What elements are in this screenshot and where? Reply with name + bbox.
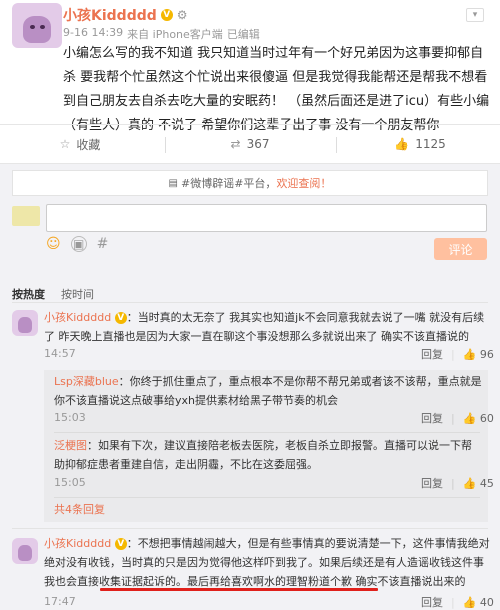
comment-text: 当时真的太无奈了 我其实也知道jk不会同意我就去说了一嘴 就没有后续了 昨天晚上… xyxy=(44,311,485,343)
divider xyxy=(336,137,337,153)
comment-body: 小孩Kiddddd V ：不想把事情越闹越大，但是有些事情真的要说清楚一下，这件事… xyxy=(44,537,490,588)
notice-bar: ▤ #微博辟谣#平台， 欢迎查阅！ xyxy=(12,170,488,196)
like-count: 40 xyxy=(479,595,494,609)
reply-button[interactable]: 回复 xyxy=(421,475,443,491)
avatar-eye xyxy=(40,24,45,30)
like-button[interactable]: 👍 40 xyxy=(463,596,494,609)
like-count: 1125 xyxy=(415,137,446,151)
image-icon[interactable]: ▣ xyxy=(70,236,87,252)
star-icon: ☆ xyxy=(59,137,71,151)
sub-reply-text: 你终于抓住重点了，重点根本不是你帮不帮兄弟或者该不该帮，重点就是你不该直播说这点… xyxy=(54,375,482,407)
more-replies-link[interactable]: 共4条回复 xyxy=(54,500,105,519)
comment-time: 14:57 xyxy=(44,347,76,360)
divider xyxy=(54,432,480,433)
comment-time: 17:47 xyxy=(44,595,76,608)
notice-icon: ▤ xyxy=(168,177,178,189)
avatar-face xyxy=(17,545,33,561)
sub-reply-text: 如果有下次，建议直接陪老板去医院，老板自杀立即报警。直播可以说一下帮助抑郁症患者… xyxy=(54,439,472,471)
like-button[interactable]: 👍 1125 xyxy=(340,125,500,163)
post-time[interactable]: 9-16 14:39 xyxy=(63,26,123,42)
post-avatar[interactable] xyxy=(12,3,62,48)
favorite-button[interactable]: ☆ 收藏 xyxy=(0,125,160,163)
thumbs-up-icon: 👍 xyxy=(462,347,477,361)
like-count: 60 xyxy=(479,411,494,425)
sub-reply-body: Lsp深藏blue：你终于抓住重点了，重点根本不是你帮不帮兄弟或者该不该帮，重点… xyxy=(54,375,482,407)
favorite-label: 收藏 xyxy=(76,137,101,152)
comment-avatar[interactable] xyxy=(12,538,38,564)
vip-icon: V xyxy=(160,9,173,21)
emoji-icon[interactable]: ☺ xyxy=(46,236,61,252)
sub-reply-time: 15:03 xyxy=(54,411,86,424)
post-source: 来自 iPhone客户端 xyxy=(127,28,223,41)
my-avatar[interactable] xyxy=(12,206,40,226)
thumbs-up-icon: 👍 xyxy=(462,595,477,609)
vip-icon: V xyxy=(114,312,127,324)
sub-reply-time: 15:05 xyxy=(54,476,86,489)
like-count: 45 xyxy=(479,476,494,490)
divider xyxy=(12,528,488,529)
submit-comment-button[interactable]: 评论 xyxy=(434,238,487,260)
comment-user[interactable]: 小孩Kiddddd xyxy=(44,537,111,550)
sub-reply-user[interactable]: 泛梗图 xyxy=(54,439,87,452)
divider xyxy=(12,302,488,303)
comment-body: 小孩Kiddddd V ：当时真的太无奈了 我其实也知道jk不会同意我就去说了一嘴… xyxy=(44,311,485,343)
tab-time[interactable]: 按时间 xyxy=(61,286,94,302)
avatar-eye xyxy=(30,24,35,30)
topic-icon[interactable]: # xyxy=(97,236,109,252)
sub-reply-user[interactable]: Lsp深藏blue xyxy=(54,375,119,388)
comment-avatar[interactable] xyxy=(12,310,38,336)
notice-link[interactable]: 欢迎查阅！ xyxy=(276,175,331,191)
thumbs-up-icon: 👍 xyxy=(394,137,410,151)
member-icon: ⚙ xyxy=(176,8,188,22)
repost-button[interactable]: ⇄ 367 xyxy=(170,125,330,163)
avatar-face xyxy=(17,317,33,333)
edited-label[interactable]: 已编辑 xyxy=(227,26,260,42)
thumbs-up-icon: 👍 xyxy=(462,411,477,425)
comment-user[interactable]: 小孩Kiddddd xyxy=(44,311,111,324)
like-button[interactable]: 👍 96 xyxy=(463,348,494,361)
like-count: 96 xyxy=(479,347,494,361)
repost-count: 367 xyxy=(246,137,270,151)
tab-hot[interactable]: 按热度 xyxy=(12,286,45,302)
highlight-underline xyxy=(100,588,378,591)
comment-input[interactable] xyxy=(46,204,487,232)
comment-text-highlight: 最后再给喜欢啊水的理智粉道个歉 确实不该直播说出来的 xyxy=(187,575,466,588)
divider xyxy=(54,497,480,498)
avatar-face xyxy=(23,15,51,43)
sub-reply-body: 泛梗图：如果有下次，建议直接陪老板去医院，老板自杀立即报警。直播可以说一下帮助抑… xyxy=(54,439,472,471)
reply-button[interactable]: 回复 xyxy=(421,594,443,610)
post-username[interactable]: 小孩Kiddddd xyxy=(63,5,157,25)
repost-icon: ⇄ xyxy=(230,137,241,151)
like-button[interactable]: 👍 60 xyxy=(463,412,494,425)
reply-button[interactable]: 回复 xyxy=(421,346,443,362)
thumbs-up-icon: 👍 xyxy=(462,476,477,490)
reply-button[interactable]: 回复 xyxy=(421,410,443,426)
chevron-down-icon[interactable]: ▾ xyxy=(466,8,484,22)
divider xyxy=(165,137,166,153)
like-button[interactable]: 👍 45 xyxy=(463,477,494,490)
post-action-bar: ☆ 收藏 ⇄ 367 👍 1125 xyxy=(0,124,500,164)
vip-icon: V xyxy=(114,538,127,550)
notice-text: #微博辟谣#平台， xyxy=(181,177,277,190)
